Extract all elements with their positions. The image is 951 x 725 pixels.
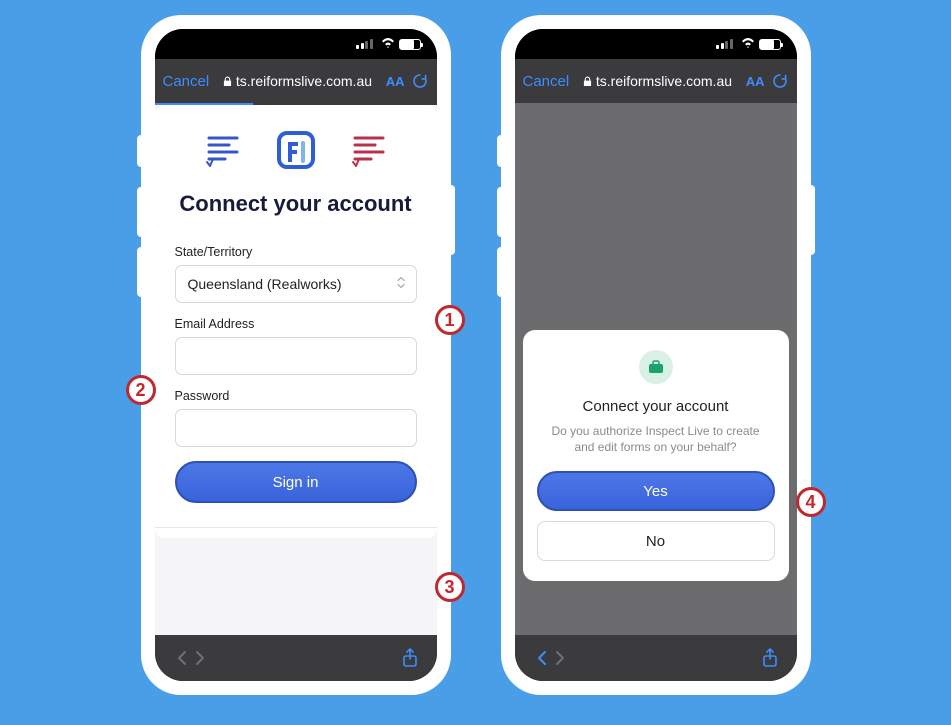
yes-button[interactable]: Yes xyxy=(537,471,775,511)
page-content: Connect your account Do you authorize In… xyxy=(515,103,797,635)
url-label: ts.reiformslive.com.au xyxy=(596,73,732,89)
reader-aa-button[interactable]: AA xyxy=(746,74,765,89)
url-text[interactable]: ts.reiformslive.com.au xyxy=(215,73,380,89)
step-badge-4: 4 xyxy=(796,487,826,517)
step-badge-3: 3 xyxy=(435,572,465,602)
reload-button[interactable] xyxy=(411,72,429,90)
phone-row: 1 2 3 Cancel ts.reiformslive.com.au xyxy=(30,15,921,710)
state-value: Queensland (Realworks) xyxy=(188,276,342,292)
signal-icon xyxy=(716,39,733,49)
signin-button[interactable]: Sign in xyxy=(175,461,417,503)
step-badge-1: 1 xyxy=(435,305,465,335)
inspect-logo-icon xyxy=(203,132,243,168)
canvas: 1 2 3 Cancel ts.reiformslive.com.au xyxy=(0,0,951,725)
phone-left-wrap: 1 2 3 Cancel ts.reiformslive.com.au xyxy=(141,15,451,695)
chevron-updown-icon xyxy=(396,276,406,293)
login-card: Connect your account State/Territory Que… xyxy=(155,105,437,538)
back-button[interactable] xyxy=(533,649,551,667)
status-bar xyxy=(515,29,797,59)
briefcase-icon xyxy=(639,350,673,384)
password-field[interactable] xyxy=(175,409,417,447)
phone-left: Cancel ts.reiformslive.com.au AA xyxy=(141,15,451,695)
auth-modal: Connect your account Do you authorize In… xyxy=(523,330,789,581)
url-text[interactable]: ts.reiformslive.com.au xyxy=(575,73,740,89)
reader-aa-button[interactable]: AA xyxy=(386,74,405,89)
forward-button[interactable] xyxy=(191,649,209,667)
reload-button[interactable] xyxy=(771,72,789,90)
no-button[interactable]: No xyxy=(537,521,775,561)
cancel-button[interactable]: Cancel xyxy=(163,73,210,90)
state-select[interactable]: Queensland (Realworks) xyxy=(175,265,417,303)
state-label: State/Territory xyxy=(175,245,417,259)
safari-bottom-nav xyxy=(515,635,797,681)
signal-icon xyxy=(356,39,373,49)
forward-button[interactable] xyxy=(551,649,569,667)
phone-right-wrap: 4 Cancel ts.reiformslive.com.au xyxy=(501,15,811,695)
modal-title: Connect your account xyxy=(537,398,775,415)
divider xyxy=(155,527,437,528)
password-label: Password xyxy=(175,389,417,403)
share-button[interactable] xyxy=(761,649,779,667)
back-button[interactable] xyxy=(173,649,191,667)
phone-right: Cancel ts.reiformslive.com.au AA xyxy=(501,15,811,695)
battery-icon xyxy=(399,39,421,50)
headline: Connect your account xyxy=(155,191,437,217)
safari-urlbar: Cancel ts.reiformslive.com.au AA xyxy=(515,59,797,103)
safari-urlbar: Cancel ts.reiformslive.com.au AA xyxy=(155,59,437,103)
wifi-icon xyxy=(741,39,755,49)
email-field[interactable] xyxy=(175,337,417,375)
screen-left: Cancel ts.reiformslive.com.au AA xyxy=(155,29,437,681)
modal-text: Do you authorize Inspect Live to create … xyxy=(537,423,775,455)
email-label: Email Address xyxy=(175,317,417,331)
lock-icon xyxy=(583,76,592,87)
logo-row xyxy=(155,127,437,173)
cancel-button[interactable]: Cancel xyxy=(523,73,570,90)
page-content: Connect your account State/Territory Que… xyxy=(155,105,437,635)
battery-icon xyxy=(759,39,781,50)
share-button[interactable] xyxy=(401,649,419,667)
realworks-logo-icon xyxy=(349,132,389,168)
step-badge-2: 2 xyxy=(126,375,156,405)
lock-icon xyxy=(223,76,232,87)
safari-bottom-nav xyxy=(155,635,437,681)
screen-right: Cancel ts.reiformslive.com.au AA xyxy=(515,29,797,681)
status-bar xyxy=(155,29,437,59)
url-label: ts.reiformslive.com.au xyxy=(236,73,372,89)
wifi-icon xyxy=(381,39,395,49)
login-form: State/Territory Queensland (Realworks) E… xyxy=(155,223,437,511)
formslive-logo-icon xyxy=(273,127,319,173)
